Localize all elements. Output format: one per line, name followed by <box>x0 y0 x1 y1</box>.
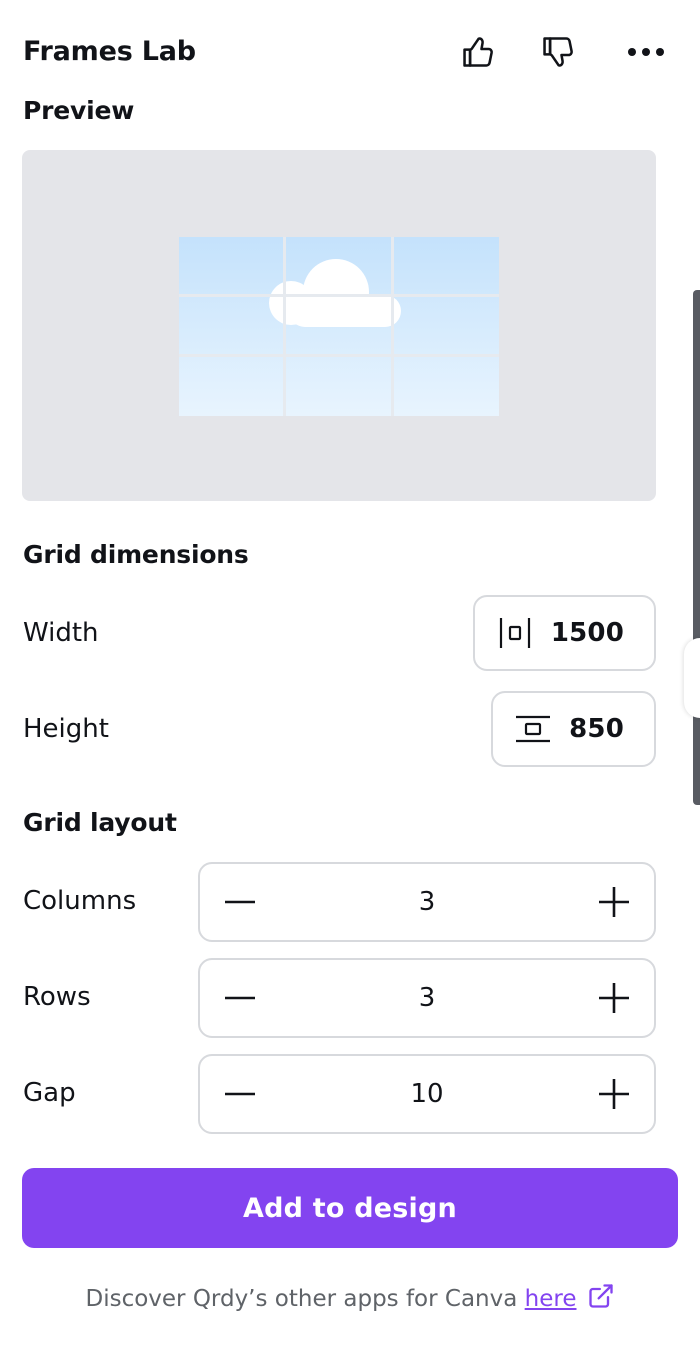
width-label: Width <box>23 618 99 648</box>
columns-stepper[interactable]: 3 <box>198 862 656 942</box>
grid-gap-horizontal <box>179 354 499 357</box>
minus-icon <box>225 900 255 904</box>
gap-increment-button[interactable] <box>574 1056 654 1132</box>
here-link[interactable]: here <box>525 1286 577 1312</box>
rows-stepper[interactable]: 3 <box>198 958 656 1038</box>
grid-layout-heading: Grid layout <box>23 808 177 837</box>
width-icon <box>499 618 531 648</box>
grid-gap-vertical <box>391 237 394 416</box>
width-input[interactable]: 1500 <box>473 595 656 671</box>
columns-increment-button[interactable] <box>574 864 654 940</box>
side-panel-handle[interactable] <box>684 638 700 718</box>
height-input[interactable]: 850 <box>491 691 656 767</box>
preview-heading: Preview <box>23 96 135 125</box>
width-value: 1500 <box>550 618 624 648</box>
grid-dimensions-heading: Grid dimensions <box>23 540 249 569</box>
thumbs-down-icon <box>543 37 573 67</box>
rows-increment-button[interactable] <box>574 960 654 1036</box>
height-value: 850 <box>569 714 624 744</box>
app-title: Frames Lab <box>23 36 196 67</box>
scrollbar[interactable] <box>693 290 700 805</box>
minus-icon <box>225 1092 255 1096</box>
columns-decrement-button[interactable] <box>200 864 280 940</box>
gap-decrement-button[interactable] <box>200 1056 280 1132</box>
minus-icon <box>225 996 255 1000</box>
columns-label: Columns <box>23 886 137 916</box>
external-link-icon[interactable] <box>587 1282 615 1310</box>
plus-icon <box>599 1079 629 1109</box>
preview-image <box>179 237 499 416</box>
plus-icon <box>599 983 629 1013</box>
rows-value[interactable]: 3 <box>280 960 574 1036</box>
footer-text: Discover Qrdy’s other apps for Canva <box>85 1286 518 1312</box>
add-to-design-button[interactable]: Add to design <box>22 1168 678 1248</box>
thumbs-down-button[interactable] <box>536 30 580 74</box>
more-options-button[interactable] <box>624 30 668 74</box>
columns-value[interactable]: 3 <box>280 864 574 940</box>
gap-stepper[interactable]: 10 <box>198 1054 656 1134</box>
rows-label: Rows <box>23 982 91 1012</box>
thumbs-up-icon <box>463 37 493 67</box>
gap-value[interactable]: 10 <box>280 1056 574 1132</box>
gap-label: Gap <box>23 1078 76 1108</box>
more-icon <box>628 48 664 56</box>
footer-discover: Discover Qrdy’s other apps for Canva her… <box>0 1282 700 1312</box>
height-label: Height <box>23 714 109 744</box>
grid-gap-vertical <box>283 237 286 416</box>
height-icon <box>516 715 550 743</box>
thumbs-up-button[interactable] <box>456 30 500 74</box>
grid-gap-horizontal <box>179 294 499 297</box>
rows-decrement-button[interactable] <box>200 960 280 1036</box>
plus-icon <box>599 887 629 917</box>
